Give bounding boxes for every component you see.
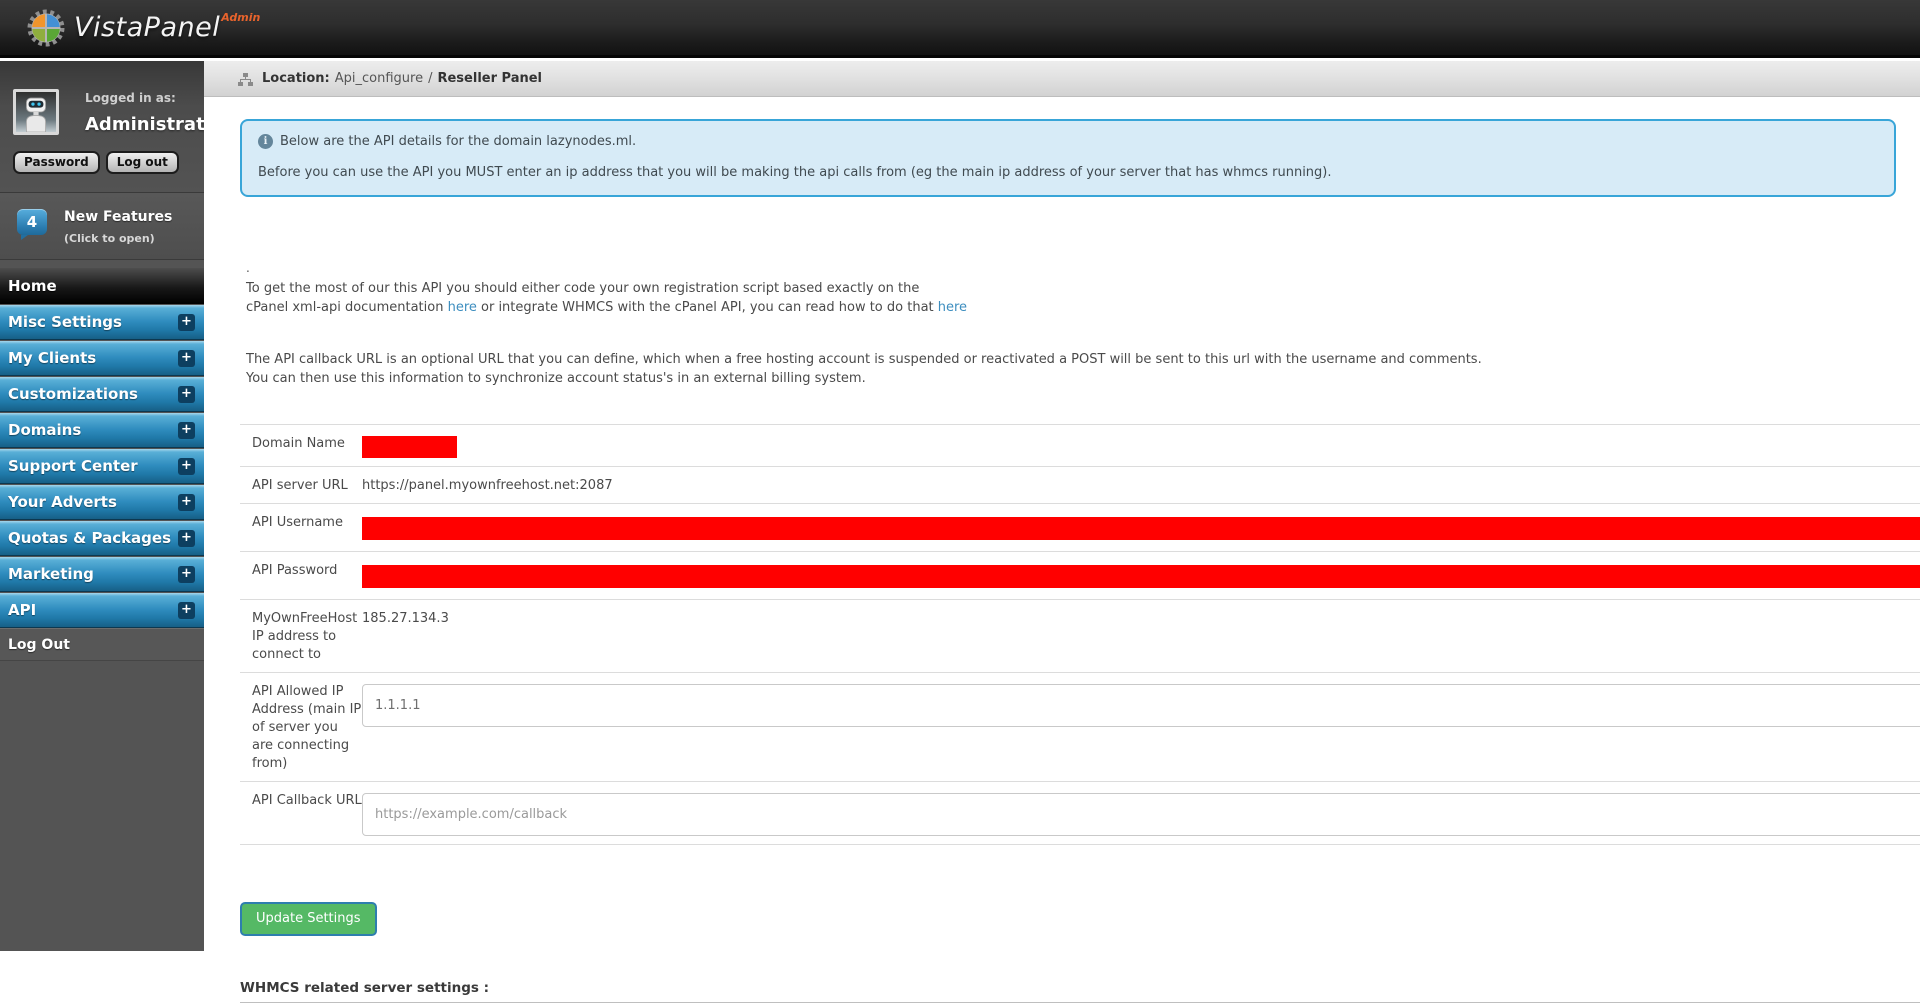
redacted-domain-value	[362, 436, 457, 458]
sidebar-item-marketing[interactable]: Marketing +	[0, 557, 204, 592]
new-features-subtitle: (Click to open)	[64, 232, 204, 245]
whmcs-settings-heading: WHMCS related server settings :	[240, 980, 1896, 996]
new-features-panel[interactable]: 4 New Features (Click to open)	[0, 192, 204, 260]
update-settings-button[interactable]: Update Settings	[240, 902, 377, 936]
breadcrumb: Location: Api_configure / Reseller Panel	[204, 61, 1920, 97]
api-server-url-label: API server URL	[240, 475, 362, 495]
info-icon: i	[258, 134, 273, 149]
table-row-mofh-ip: MyOwnFreeHost IP address to connect to 1…	[240, 599, 1920, 672]
api-settings-table: Domain Name API server URL https://panel…	[240, 424, 1920, 845]
sidebar: Logged in as: Administrator Password Log…	[0, 61, 204, 951]
callback-info-line-2: You can then use this information to syn…	[246, 369, 1896, 388]
sidebar-item-label: My Clients	[8, 349, 96, 367]
sidebar-item-label: Misc Settings	[8, 313, 122, 331]
expand-plus-icon[interactable]: +	[178, 314, 195, 331]
main-area: Location: Api_configure / Reseller Panel…	[204, 61, 1920, 951]
sidebar-item-label: Quotas & Packages	[8, 529, 171, 547]
expand-plus-icon[interactable]: +	[178, 350, 195, 367]
expand-plus-icon[interactable]: +	[178, 458, 195, 475]
table-row-server-url: API server URL https://panel.myownfreeho…	[240, 466, 1920, 503]
content: i Below are the API details for the doma…	[204, 97, 1920, 1003]
api-intro-line-1: To get the most of our this API you shou…	[246, 279, 1896, 298]
breadcrumb-current: Reseller Panel	[437, 71, 542, 86]
breadcrumb-path: Api_configure	[335, 71, 423, 86]
gear-logo-icon	[26, 8, 66, 48]
api-username-label: API Username	[240, 512, 362, 543]
sidebar-item-label: API	[8, 601, 36, 619]
password-button[interactable]: Password	[13, 151, 100, 174]
mofh-ip-label: MyOwnFreeHost IP address to connect to	[240, 608, 362, 664]
table-row-username: API Username	[240, 503, 1920, 551]
api-server-url-value: https://panel.myownfreehost.net:2087	[362, 475, 1920, 495]
brand: VistaPanelAdmin	[26, 8, 259, 48]
sidebar-menu: Home Misc Settings + My Clients + Customiz…	[0, 268, 204, 661]
user-box: Logged in as: Administrator Password Log…	[0, 61, 204, 192]
sidebar-item-label: Domains	[8, 421, 81, 439]
info-alert: i Below are the API details for the doma…	[240, 119, 1896, 197]
expand-plus-icon[interactable]: +	[178, 494, 195, 511]
info-line-2: Before you can use the API you MUST ente…	[258, 165, 1878, 180]
sidebar-item-label: Marketing	[8, 565, 94, 583]
sidebar-item-customizations[interactable]: Customizations +	[0, 377, 204, 412]
api-intro-line-2-text-2: or integrate WHMCS with the cPanel API, …	[477, 300, 938, 315]
table-row-password: API Password	[240, 551, 1920, 599]
whmcs-integration-link[interactable]: here	[938, 300, 967, 315]
brand-text: VistaPanelAdmin	[74, 12, 259, 43]
redacted-username-value	[362, 517, 1920, 540]
expand-plus-icon[interactable]: +	[178, 530, 195, 547]
sidebar-item-my-clients[interactable]: My Clients +	[0, 341, 204, 376]
sidebar-item-quotas-packages[interactable]: Quotas & Packages +	[0, 521, 204, 556]
redacted-password-value	[362, 565, 1920, 588]
callback-url-label: API Callback URL	[240, 790, 362, 836]
logout-button[interactable]: Log out	[106, 151, 179, 174]
sidebar-item-log-out[interactable]: Log Out	[0, 628, 204, 661]
callback-info-paragraph: The API callback URL is an optional URL …	[246, 350, 1896, 388]
domain-name-label: Domain Name	[240, 433, 362, 458]
api-intro-paragraph: To get the most of our this API you shou…	[246, 279, 1896, 317]
sitemap-icon	[238, 73, 253, 86]
allowed-ip-label: API Allowed IP Address (main IP of serve…	[240, 681, 362, 773]
sidebar-item-domains[interactable]: Domains +	[0, 413, 204, 448]
avatar	[13, 89, 59, 135]
xml-api-docs-link[interactable]: here	[448, 300, 477, 315]
table-row-callback-url: API Callback URL	[240, 781, 1920, 845]
callback-url-input[interactable]	[362, 793, 1920, 836]
expand-plus-icon[interactable]: +	[178, 566, 195, 583]
info-line-1: Below are the API details for the domain…	[280, 134, 636, 149]
new-features-count-badge: 4	[17, 209, 47, 235]
breadcrumb-separator: /	[428, 71, 432, 86]
stray-dot: .	[246, 263, 1896, 273]
sidebar-item-label: Customizations	[8, 385, 138, 403]
api-password-label: API Password	[240, 560, 362, 591]
sidebar-item-your-adverts[interactable]: Your Adverts +	[0, 485, 204, 520]
sidebar-item-misc-settings[interactable]: Misc Settings +	[0, 305, 204, 340]
sidebar-item-label: Support Center	[8, 457, 138, 475]
brand-name: VistaPanel	[74, 12, 220, 43]
expand-plus-icon[interactable]: +	[178, 386, 195, 403]
sidebar-item-support-center[interactable]: Support Center +	[0, 449, 204, 484]
api-intro-line-2-text: cPanel xml-api documentation	[246, 300, 448, 315]
table-row-domain: Domain Name	[240, 424, 1920, 466]
allowed-ip-input[interactable]	[362, 684, 1920, 727]
expand-plus-icon[interactable]: +	[178, 602, 195, 619]
new-features-title: New Features	[64, 209, 204, 225]
user-name: Administrator	[85, 114, 204, 135]
sidebar-item-label: Your Adverts	[8, 493, 117, 511]
api-intro-line-2: cPanel xml-api documentation here or int…	[246, 298, 1896, 317]
sidebar-item-api[interactable]: API +	[0, 593, 204, 628]
sidebar-item-home[interactable]: Home	[0, 268, 204, 304]
top-bar: VistaPanelAdmin	[0, 0, 1920, 58]
brand-admin-label: Admin	[221, 11, 260, 24]
mofh-ip-value: 185.27.134.3	[362, 608, 1920, 664]
table-row-allowed-ip: API Allowed IP Address (main IP of serve…	[240, 672, 1920, 781]
breadcrumb-label: Location:	[262, 71, 330, 86]
expand-plus-icon[interactable]: +	[178, 422, 195, 439]
callback-info-line-1: The API callback URL is an optional URL …	[246, 350, 1896, 369]
logged-in-label: Logged in as:	[85, 89, 204, 105]
